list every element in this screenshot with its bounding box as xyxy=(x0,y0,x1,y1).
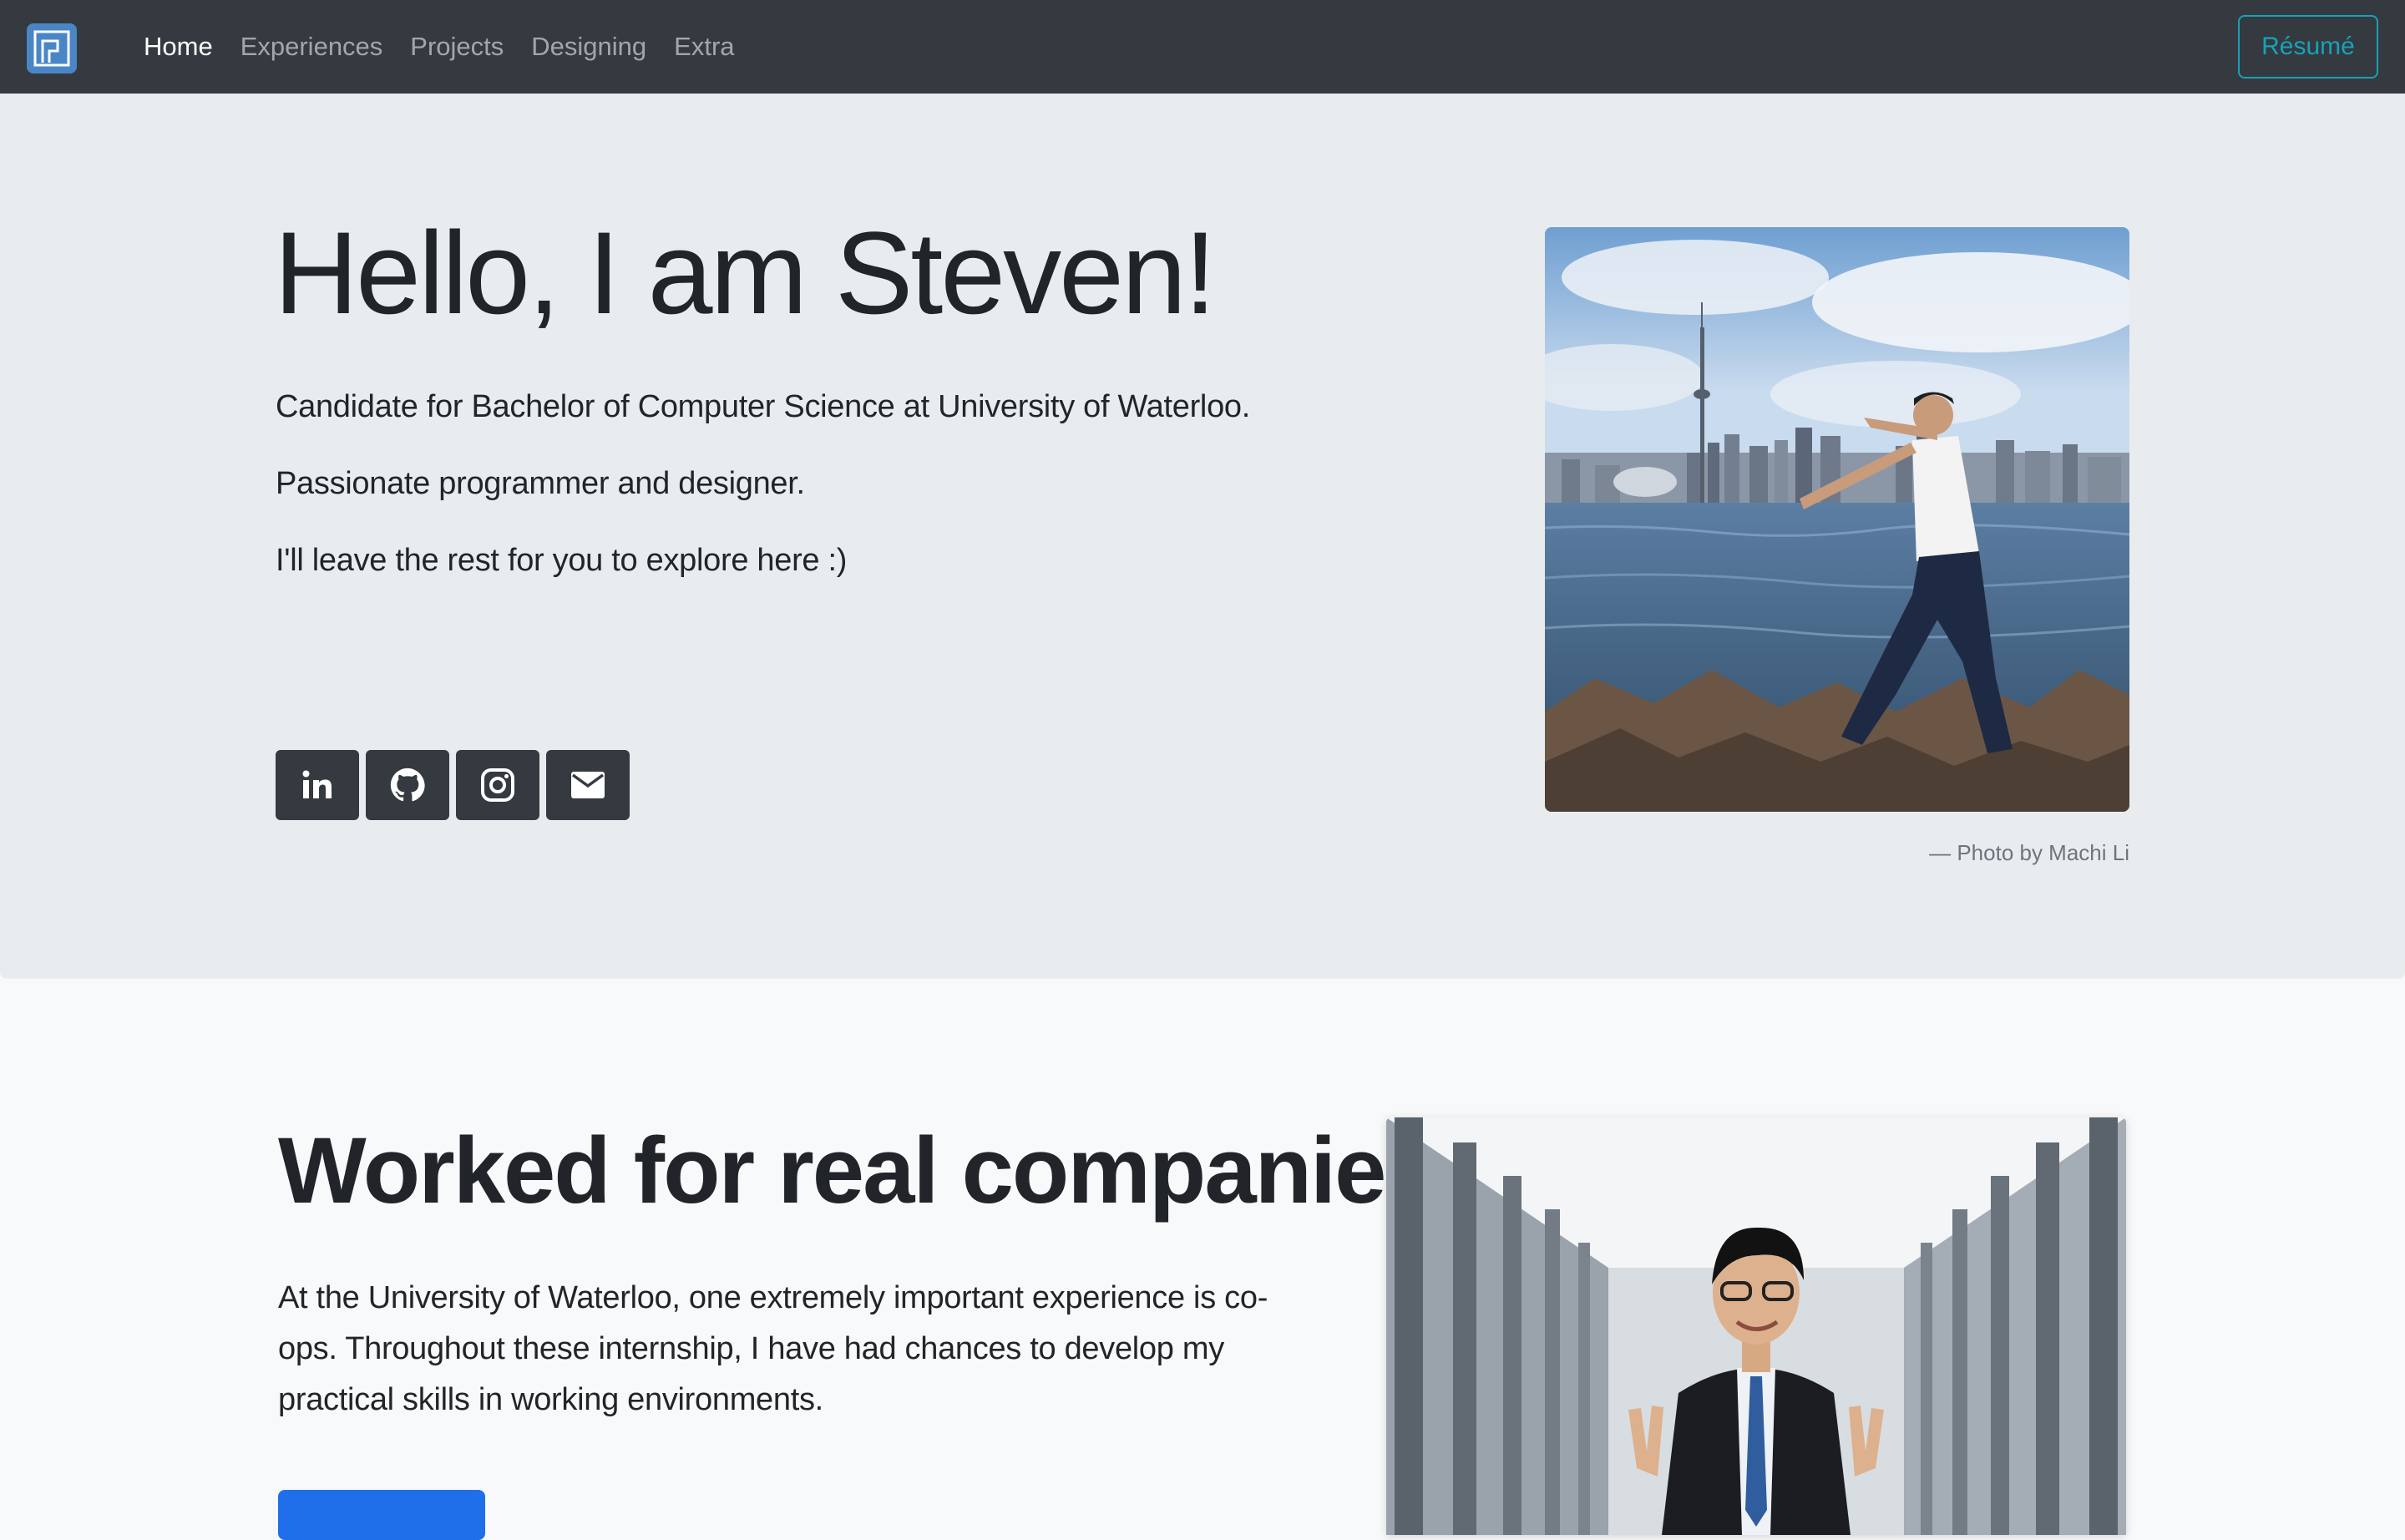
nav-experiences[interactable]: Experiences xyxy=(240,32,383,62)
nav-links: Home Experiences Projects Designing Extr… xyxy=(144,0,762,94)
hero-photo xyxy=(1545,227,2129,812)
resume-button[interactable]: Résumé xyxy=(2238,15,2378,79)
instagram-icon xyxy=(481,768,514,802)
hero-line-passion: Passionate programmer and designer. xyxy=(276,466,805,501)
linkedin-button[interactable] xyxy=(276,750,359,820)
email-icon xyxy=(571,772,605,798)
email-button[interactable] xyxy=(546,750,630,820)
site-logo-icon[interactable] xyxy=(27,23,77,73)
instagram-button[interactable] xyxy=(456,750,539,820)
experience-cta-button[interactable] xyxy=(278,1490,485,1540)
nav-home[interactable]: Home xyxy=(144,32,213,62)
experience-text: At the University of Waterloo, one extre… xyxy=(278,1280,1268,1417)
github-button[interactable] xyxy=(366,750,449,820)
hallway-portrait-photo xyxy=(1386,1117,2126,1535)
nav-projects[interactable]: Projects xyxy=(410,32,504,62)
linkedin-icon xyxy=(302,770,332,798)
experience-photo xyxy=(1386,1117,2126,1535)
photo-credit: — Photo by Machi Li xyxy=(1929,840,2129,865)
toronto-skyline-photo xyxy=(1545,227,2129,812)
experience-title: Worked for real companies xyxy=(278,1118,1437,1223)
hero-section: Hello, I am Steven! Candidate for Bachel… xyxy=(0,94,2405,979)
hero-line-degree: Candidate for Bachelor of Computer Scien… xyxy=(276,389,1251,424)
social-links xyxy=(276,750,636,820)
top-navbar: Home Experiences Projects Designing Extr… xyxy=(0,0,2405,94)
hero-line-explore: I'll leave the rest for you to explore h… xyxy=(276,543,848,578)
nav-extra[interactable]: Extra xyxy=(674,32,734,62)
nav-designing[interactable]: Designing xyxy=(531,32,646,62)
github-icon xyxy=(390,767,425,802)
hero-title: Hello, I am Steven! xyxy=(274,207,1217,338)
